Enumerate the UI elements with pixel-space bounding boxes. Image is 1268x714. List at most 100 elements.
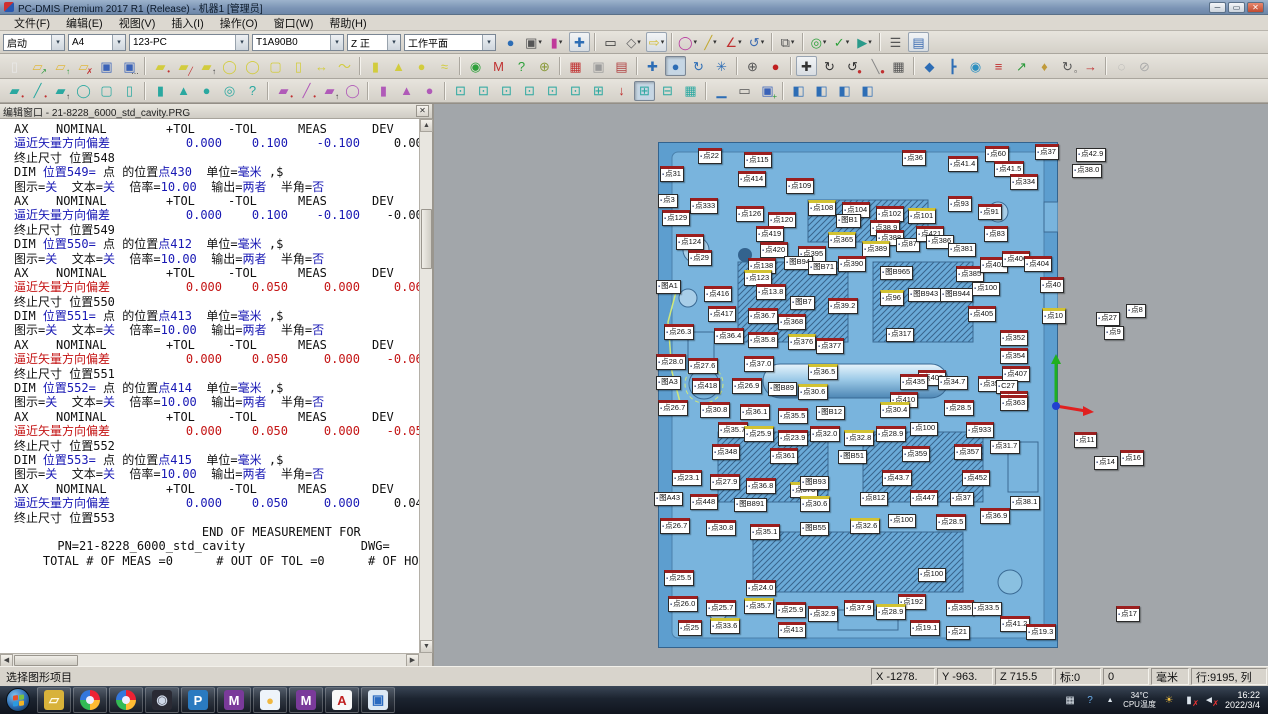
zoom-to-fit-button[interactable]: ● <box>500 32 521 52</box>
cad-dimension-label[interactable]: ▪点38.0 <box>1072 164 1102 178</box>
view-front-button[interactable]: ⊡ <box>450 81 471 101</box>
cad-dimension-label[interactable]: ▪图B12 <box>816 406 845 420</box>
cad-dimension-label[interactable]: ▪点363 <box>1000 395 1028 411</box>
cad-dimension-label[interactable]: ▪图B7 <box>790 296 815 310</box>
cad-dimension-label[interactable]: ▪点21 <box>946 626 970 640</box>
cad-dimension-label[interactable]: ▪点17 <box>1116 606 1140 622</box>
cad-dimension-label[interactable]: ▪图B943 <box>908 288 941 302</box>
combo-probe-file[interactable]: A4▾ <box>68 34 126 51</box>
cad-dimension-label[interactable]: ▪点416 <box>704 286 732 302</box>
cad-dimension-label[interactable]: ▪点26.0 <box>668 596 698 612</box>
cad-dimension-label[interactable]: ▪点368 <box>778 314 806 330</box>
report-window-2-button[interactable]: ◧ <box>811 81 832 101</box>
cad-dimension-label[interactable]: ▪图A1 <box>656 280 681 294</box>
auto-cone-button[interactable]: ▲ <box>173 81 194 101</box>
point-alignment-button[interactable]: ↓ <box>611 81 632 101</box>
cad-dimension-label[interactable]: ▪图A3 <box>656 376 681 390</box>
horizontal-scrollbar[interactable]: ◀ ▶ <box>0 653 419 666</box>
cad-dimension-label[interactable]: ▪点317 <box>886 328 914 342</box>
wire-cube-button[interactable]: ◇▾ <box>623 32 644 52</box>
window-layout-button[interactable]: ▤ <box>908 32 929 52</box>
cad-dimension-label[interactable]: ▪点27.9 <box>710 474 740 490</box>
scroll-up-icon[interactable]: ▲ <box>420 119 433 132</box>
view-cube-button[interactable]: ▣▾ <box>523 32 544 52</box>
cad-dimension-label[interactable]: ▪点357 <box>954 444 982 460</box>
cad-dimension-label[interactable]: ▪点33.6 <box>710 618 740 634</box>
constructed-sphere-button[interactable]: ● <box>419 81 440 101</box>
cad-dimension-label[interactable]: ▪点23.1 <box>672 470 702 486</box>
save-layout-button[interactable]: ▣+ <box>757 81 778 101</box>
cad-dimension-label[interactable]: ▪点25.9 <box>744 426 774 442</box>
cad-dimension-label[interactable]: ▪点34.7 <box>938 376 968 390</box>
grid-view-button[interactable]: ▦ <box>680 81 701 101</box>
dropdown-caret-icon[interactable]: ▾ <box>738 38 742 46</box>
cad-dimension-label[interactable]: ▪点23.9 <box>778 430 808 446</box>
chevron-down-icon[interactable]: ▾ <box>51 35 64 50</box>
start-button[interactable] <box>6 688 30 712</box>
taskbar-item-screen-capture[interactable]: ◉ <box>145 687 179 713</box>
dropdown-caret-icon[interactable]: ▾ <box>846 38 850 46</box>
dropdown-caret-icon[interactable]: ▾ <box>637 38 641 46</box>
cad-dimension-label[interactable]: ▪点100 <box>972 282 1000 296</box>
cad-dimension-label[interactable]: ▪点32.0 <box>810 426 840 442</box>
auto-unknown-button[interactable]: ? <box>242 81 263 101</box>
disabled-tool-a-button[interactable]: ◌ <box>1111 56 1132 76</box>
frame-window-button[interactable]: ▭ <box>734 81 755 101</box>
chevron-down-icon[interactable]: ▾ <box>482 35 495 50</box>
measured-circle-button[interactable]: ◯ <box>219 56 240 76</box>
cad-dimension-label[interactable]: ▪点376 <box>788 334 816 350</box>
cad-dimension-label[interactable]: ▪点32.6 <box>850 518 880 534</box>
cad-dimension-label[interactable]: ▪点452 <box>962 470 990 486</box>
verify-button[interactable]: ✓▾ <box>831 32 852 52</box>
menu-item-插入(I)[interactable]: 插入(I) <box>163 14 211 32</box>
auto-circle-feature-button[interactable]: ◯ <box>73 81 94 101</box>
cad-dimension-label[interactable]: ▪图B891 <box>734 498 767 512</box>
cad-dimension-label[interactable]: ▪点381 <box>948 243 976 257</box>
rotate-2d-button[interactable]: ↻ <box>819 56 840 76</box>
cad-dimension-label[interactable]: ▪点36.9 <box>980 508 1010 524</box>
cad-dimension-label[interactable]: ▪点16 <box>1120 450 1144 466</box>
cad-dimension-label[interactable]: ▪点30.8 <box>700 402 730 418</box>
probe-toolbox-button[interactable]: ♦ <box>1034 56 1055 76</box>
cad-dimension-label[interactable]: ▪点100 <box>910 422 938 436</box>
cad-dimension-label[interactable]: ▪点389 <box>862 241 890 257</box>
minimize-line-button[interactable]: ▁ <box>711 81 732 101</box>
cad-dimension-label[interactable]: ▪点30.8 <box>706 520 736 536</box>
cad-dimension-label[interactable]: ▪点414 <box>738 171 766 187</box>
save-report-button[interactable]: ▣ <box>588 56 609 76</box>
shaded-view-button[interactable]: ● <box>665 56 686 76</box>
chevron-down-icon[interactable]: ▾ <box>112 35 125 50</box>
volume-icon[interactable]: ◄✗ <box>1201 695 1217 706</box>
cad-dimension-label[interactable]: ▪点26.9 <box>732 378 762 394</box>
cad-dimension-label[interactable]: ▪点11 <box>1074 432 1097 448</box>
execute-program-button[interactable]: ◎▾ <box>808 32 829 52</box>
copy-pages-button[interactable]: ⧉▾ <box>777 32 798 52</box>
cad-dimension-label[interactable]: ▪图B71 <box>808 261 837 275</box>
cad-dimension-label[interactable]: ▪点24.0 <box>746 580 776 596</box>
cad-dimension-label[interactable]: ▪点25.5 <box>664 570 694 586</box>
auto-cylinder-button[interactable]: ▮ <box>150 81 171 101</box>
constructed-plane-button[interactable]: ▰↑ <box>319 81 340 101</box>
combo-probe-tip[interactable]: T1A90B0▾ <box>252 34 344 51</box>
cad-dimension-label[interactable]: ▪点352 <box>1000 330 1028 346</box>
cad-dimension-label[interactable]: ▪点365 <box>828 232 856 248</box>
cad-dimension-label[interactable]: ▪点334 <box>1010 174 1038 190</box>
maximize-button[interactable]: ▭ <box>1228 2 1245 13</box>
cad-dimension-label[interactable]: ▪点30.6 <box>800 496 830 512</box>
auto-torus-button[interactable]: ◎ <box>219 81 240 101</box>
color-quadrants-button[interactable]: ▦ <box>565 56 586 76</box>
combo-workplane[interactable]: Z 正▾ <box>347 34 401 51</box>
cad-dimension-label[interactable]: ▪点28.9 <box>876 604 906 620</box>
cad-dimension-label[interactable]: ▪点22 <box>698 148 722 164</box>
cad-dimension-label[interactable]: ▪点390 <box>838 256 866 272</box>
cad-dimension-label[interactable]: ▪图B1 <box>836 214 861 228</box>
report-template-button[interactable]: ▤ <box>611 56 632 76</box>
cad-dimension-label[interactable]: ▪点933 <box>966 422 994 438</box>
cad-dimension-label[interactable]: ▪点36.1 <box>740 404 770 420</box>
view-back-button[interactable]: ⊡ <box>473 81 494 101</box>
cad-dimension-label[interactable]: ▪点31.7 <box>990 440 1020 454</box>
angle-dimension-button[interactable]: ∠▾ <box>723 32 744 52</box>
taskbar-item-browser-360[interactable] <box>73 687 107 713</box>
cad-dimension-label[interactable]: ▪点354 <box>1000 348 1028 364</box>
pan-cad-button[interactable]: ✚ <box>642 56 663 76</box>
